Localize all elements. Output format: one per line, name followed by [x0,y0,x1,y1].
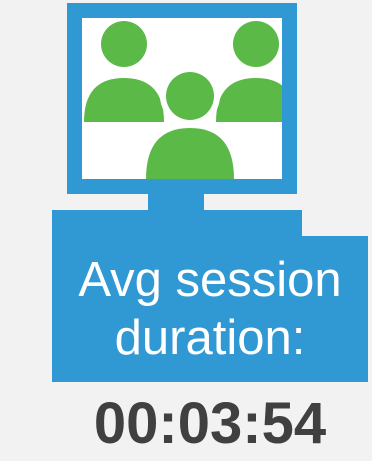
label-line-2: duration: [114,311,306,365]
monitor-stand-base [52,210,302,236]
label-box: Avg session duration: [52,236,368,382]
monitor-stand [148,194,204,210]
person-center-head [166,72,214,120]
duration-value: 00:03:54 [93,391,327,456]
session-duration-card: Avg session duration: 00:03:54 [0,0,372,461]
person-left-head [101,21,147,67]
label-line-1: Avg session [78,253,342,307]
person-right-head [233,21,279,67]
